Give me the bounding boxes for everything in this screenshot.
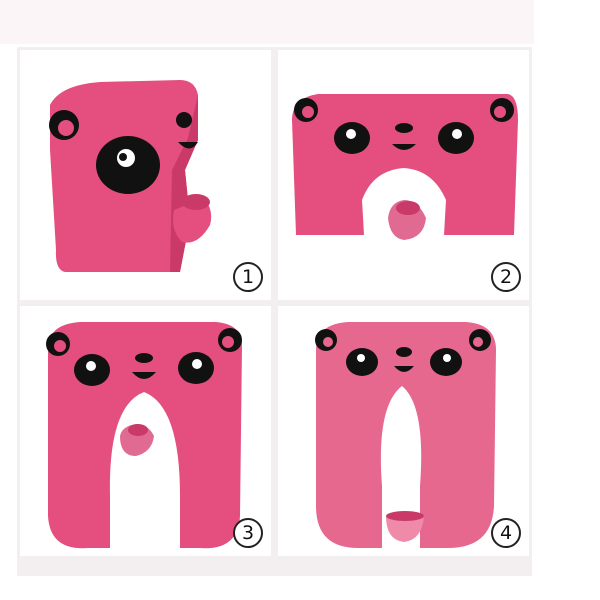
step-1-panel: 1 — [20, 50, 271, 300]
step-2-panel: 2 — [278, 50, 529, 300]
half-open-potty-seat-photo — [292, 94, 518, 240]
step-number-badge: 4 — [491, 518, 521, 548]
step-number-badge: 3 — [233, 518, 263, 548]
step-4-panel: 4 — [278, 306, 529, 556]
top-band — [0, 0, 534, 44]
assembled-potty-seat-photo — [315, 322, 496, 548]
step-number-badge: 1 — [233, 262, 263, 292]
step-number-badge: 2 — [491, 262, 521, 292]
step-3-panel: 3 — [20, 306, 271, 556]
folded-potty-seat-photo — [49, 80, 212, 272]
open-potty-seat-photo — [46, 322, 242, 549]
